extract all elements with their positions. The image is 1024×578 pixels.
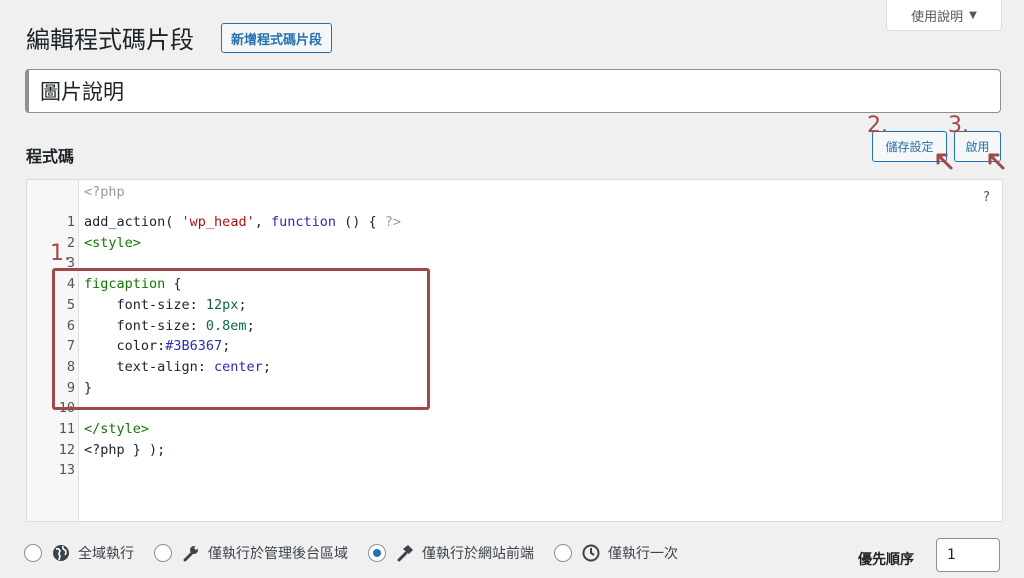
code-token: 0.8em bbox=[205, 317, 247, 334]
code-editor[interactable]: <?php 1 add_action( 'wp_head', function (… bbox=[26, 179, 1003, 522]
help-label: 使用說明 bbox=[911, 9, 964, 25]
editor-help-mark[interactable]: ? bbox=[983, 190, 990, 205]
annotation-arrow-icon bbox=[936, 153, 953, 170]
annotation-step-1: 1. bbox=[50, 241, 71, 266]
line-number: 12 bbox=[58, 441, 75, 458]
scope-option-label: 全域執行 bbox=[78, 546, 134, 562]
scope-option-label: 僅執行於網站前端 bbox=[422, 546, 534, 562]
line-number: 7 bbox=[66, 338, 75, 355]
line-number: 11 bbox=[58, 421, 75, 437]
code-token: } bbox=[84, 379, 93, 396]
line-number: 1 bbox=[66, 214, 75, 230]
annotation-step-3: 3. bbox=[948, 113, 969, 138]
priority-label: 優先順序 bbox=[858, 552, 914, 568]
code-line: 11 </style> bbox=[27, 419, 967, 439]
annotation-arrow-icon bbox=[988, 153, 1005, 170]
php-open-tag: <?php bbox=[84, 184, 125, 200]
code-text: </style> bbox=[84, 419, 149, 439]
line-number: 8 bbox=[66, 358, 75, 375]
code-line: 8 text-align: center; bbox=[27, 357, 967, 377]
code-text: font-size: 12px; bbox=[84, 295, 247, 315]
code-section-title: 程式碼 bbox=[26, 147, 75, 166]
line-number: 10 bbox=[58, 400, 75, 417]
line-number: 4 bbox=[66, 276, 75, 293]
priority-input[interactable]: 1 bbox=[936, 538, 1000, 572]
code-text: color:#3B6367; bbox=[84, 336, 231, 356]
code-token: 'wp_head' bbox=[181, 214, 255, 230]
code-text: font-size: 0.8em; bbox=[84, 316, 255, 336]
caret-down-icon: ▼ bbox=[969, 9, 977, 21]
code-token: , bbox=[254, 214, 271, 230]
code-token: <?php } ); bbox=[84, 441, 166, 458]
code-line: 12 <?php } ); bbox=[27, 440, 967, 460]
code-token: figcaption bbox=[84, 276, 166, 293]
scope-option[interactable]: 僅執行於管理後台區域 bbox=[154, 543, 348, 563]
line-number: 9 bbox=[66, 379, 75, 396]
code-line: 1 add_action( 'wp_head', function () { ?> bbox=[27, 212, 967, 232]
code-token: ; bbox=[262, 358, 271, 375]
clock-icon bbox=[582, 544, 600, 562]
annotation-step-2: 2. bbox=[867, 113, 888, 138]
snippet-title-input[interactable]: 圖片說明 bbox=[25, 69, 1001, 113]
radio-button[interactable] bbox=[368, 544, 386, 562]
code-line: 7 color:#3B6367; bbox=[27, 336, 967, 356]
code-text: <style> bbox=[84, 233, 141, 253]
code-token: color: bbox=[84, 338, 166, 355]
scope-option[interactable]: 僅執行一次 bbox=[554, 543, 678, 563]
scope-radio-group: 全域執行 僅執行於管理後台區域 僅執行於網站前端 僅執行一次 bbox=[24, 540, 698, 566]
code-token: add_action( bbox=[84, 214, 182, 230]
page-title: 編輯程式碼片段 bbox=[26, 26, 194, 54]
code-text: add_action( 'wp_head', function () { ?> bbox=[84, 212, 401, 232]
code-token: function bbox=[270, 214, 336, 230]
code-token: { bbox=[165, 276, 182, 293]
line-number: 13 bbox=[58, 462, 75, 479]
globe-icon bbox=[52, 544, 70, 562]
code-token: ; bbox=[238, 296, 247, 313]
code-token: text-align: bbox=[84, 358, 215, 375]
code-token: 12px bbox=[205, 296, 239, 313]
code-line: 13 bbox=[27, 460, 967, 480]
hammer-icon bbox=[396, 544, 414, 562]
code-text: } bbox=[84, 378, 92, 398]
code-line: 9} bbox=[27, 378, 967, 398]
scope-option[interactable]: 全域執行 bbox=[24, 543, 134, 563]
line-number: 5 bbox=[66, 296, 75, 313]
php-open-line: <?php bbox=[27, 182, 967, 202]
code-token: #3B6367 bbox=[165, 338, 223, 355]
scope-option-label: 僅執行一次 bbox=[608, 546, 678, 562]
code-line: 10 bbox=[27, 398, 967, 418]
code-line: 5 font-size: 12px; bbox=[27, 295, 967, 315]
code-text: text-align: center; bbox=[84, 357, 271, 377]
code-line: 3 bbox=[27, 253, 967, 273]
code-token: </style> bbox=[84, 421, 150, 437]
add-new-snippet-button[interactable]: 新增程式碼片段 bbox=[221, 23, 333, 53]
code-token: <style> bbox=[84, 234, 141, 251]
code-token: center bbox=[214, 358, 263, 375]
code-token: font-size: bbox=[84, 296, 206, 313]
code-token: ?> bbox=[384, 214, 402, 230]
scope-option[interactable]: 僅執行於網站前端 bbox=[368, 543, 534, 563]
help-dropdown-button[interactable]: 使用說明 ▼ bbox=[886, 0, 1002, 31]
code-token: font-size: bbox=[84, 317, 206, 334]
code-token: () { bbox=[336, 214, 385, 230]
radio-button[interactable] bbox=[554, 544, 572, 562]
code-line: 6 font-size: 0.8em; bbox=[27, 316, 967, 336]
code-line: 4 figcaption { bbox=[27, 274, 967, 294]
code-token: ; bbox=[246, 317, 255, 334]
wrench-icon bbox=[182, 544, 200, 562]
code-text: <?php } ); bbox=[84, 440, 165, 460]
radio-button[interactable] bbox=[24, 544, 42, 562]
code-line: 2 <style> bbox=[27, 233, 967, 253]
scope-option-label: 僅執行於管理後台區域 bbox=[208, 546, 348, 562]
code-token: ; bbox=[222, 338, 231, 355]
radio-button[interactable] bbox=[154, 544, 172, 562]
line-number: 6 bbox=[66, 317, 75, 334]
code-text: figcaption { bbox=[84, 274, 182, 294]
